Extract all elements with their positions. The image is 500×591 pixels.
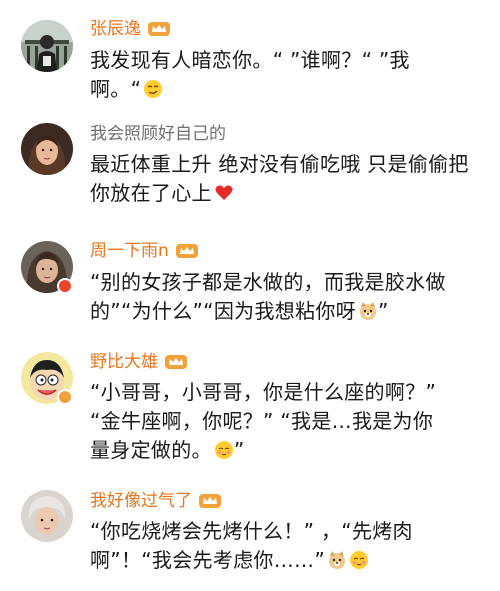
vip-crown-icon [164, 353, 188, 371]
heart-icon [214, 183, 234, 203]
comment-text: 我发现有人暗恋你。“ ”谁啊？“ ”我 啊。“ [90, 46, 462, 104]
vip-crown-icon [175, 242, 199, 260]
comment-line: 啊。“ [90, 77, 142, 101]
username[interactable]: 张辰逸 [90, 18, 141, 40]
doge-emoji [327, 550, 347, 570]
comment-text: 最近体重上升 绝对没有偷吃哦 只是偷偷把 你放在了心上 [90, 150, 469, 208]
verified-badge-icon [57, 278, 73, 294]
avatar-image [21, 20, 73, 72]
shy-emoji [214, 440, 234, 460]
username[interactable]: 野比大雄 [90, 351, 158, 373]
comment-line: 量身定做的。 [90, 438, 212, 462]
comment-line: 我发现有人暗恋你。“ ”谁啊？“ ”我 [90, 48, 410, 72]
username[interactable]: 周一下雨n [90, 240, 169, 262]
sly-smile-emoji [143, 79, 163, 99]
comment-line: “别的女孩子都是水做的，而我是胶水做 [90, 270, 446, 294]
vip-crown-icon [198, 492, 222, 510]
comment-line: “你吃烧烤会先烤什么！” ，“先烤肉 [90, 519, 413, 543]
shy-emoji [349, 550, 369, 570]
comment-text: “别的女孩子都是水做的，而我是胶水做 的”“为什么”“因为我想粘你呀 ” [90, 268, 462, 326]
comment-line: 啊”！“我会先考虑你……” [90, 548, 325, 572]
username[interactable]: 我好像过气了 [90, 490, 192, 512]
comment-line: “小哥哥，小哥哥，你是什么座的啊？” [90, 380, 437, 404]
comment-line: 的”“为什么”“因为我想粘你呀 [90, 299, 356, 323]
avatar[interactable] [21, 20, 73, 72]
comment-line: ” [233, 438, 245, 462]
comment-text: “你吃烧烤会先烤什么！” ，“先烤肉 啊”！“我会先考虑你……” [90, 517, 462, 575]
avatar-image [21, 123, 73, 175]
doge-emoji [358, 301, 378, 321]
comment-text: “小哥哥，小哥哥，你是什么座的啊？” “金牛座啊，你呢？” “我是…我是为你 量… [90, 378, 462, 465]
avatar[interactable] [21, 490, 73, 542]
username[interactable]: 我会照顾好自己的 [90, 123, 226, 145]
comment-line: 你放在了心上 [90, 181, 212, 205]
comment-line: 最近体重上升 绝对没有偷吃哦 只是偷偷把 [90, 152, 469, 176]
comment-line: ” [377, 299, 389, 323]
verified-badge-icon [57, 389, 73, 405]
comment-line: “金牛座啊，你呢？” “我是…我是为你 [90, 409, 434, 433]
avatar-image [21, 490, 73, 542]
vip-crown-icon [147, 20, 171, 38]
avatar[interactable] [21, 123, 73, 175]
